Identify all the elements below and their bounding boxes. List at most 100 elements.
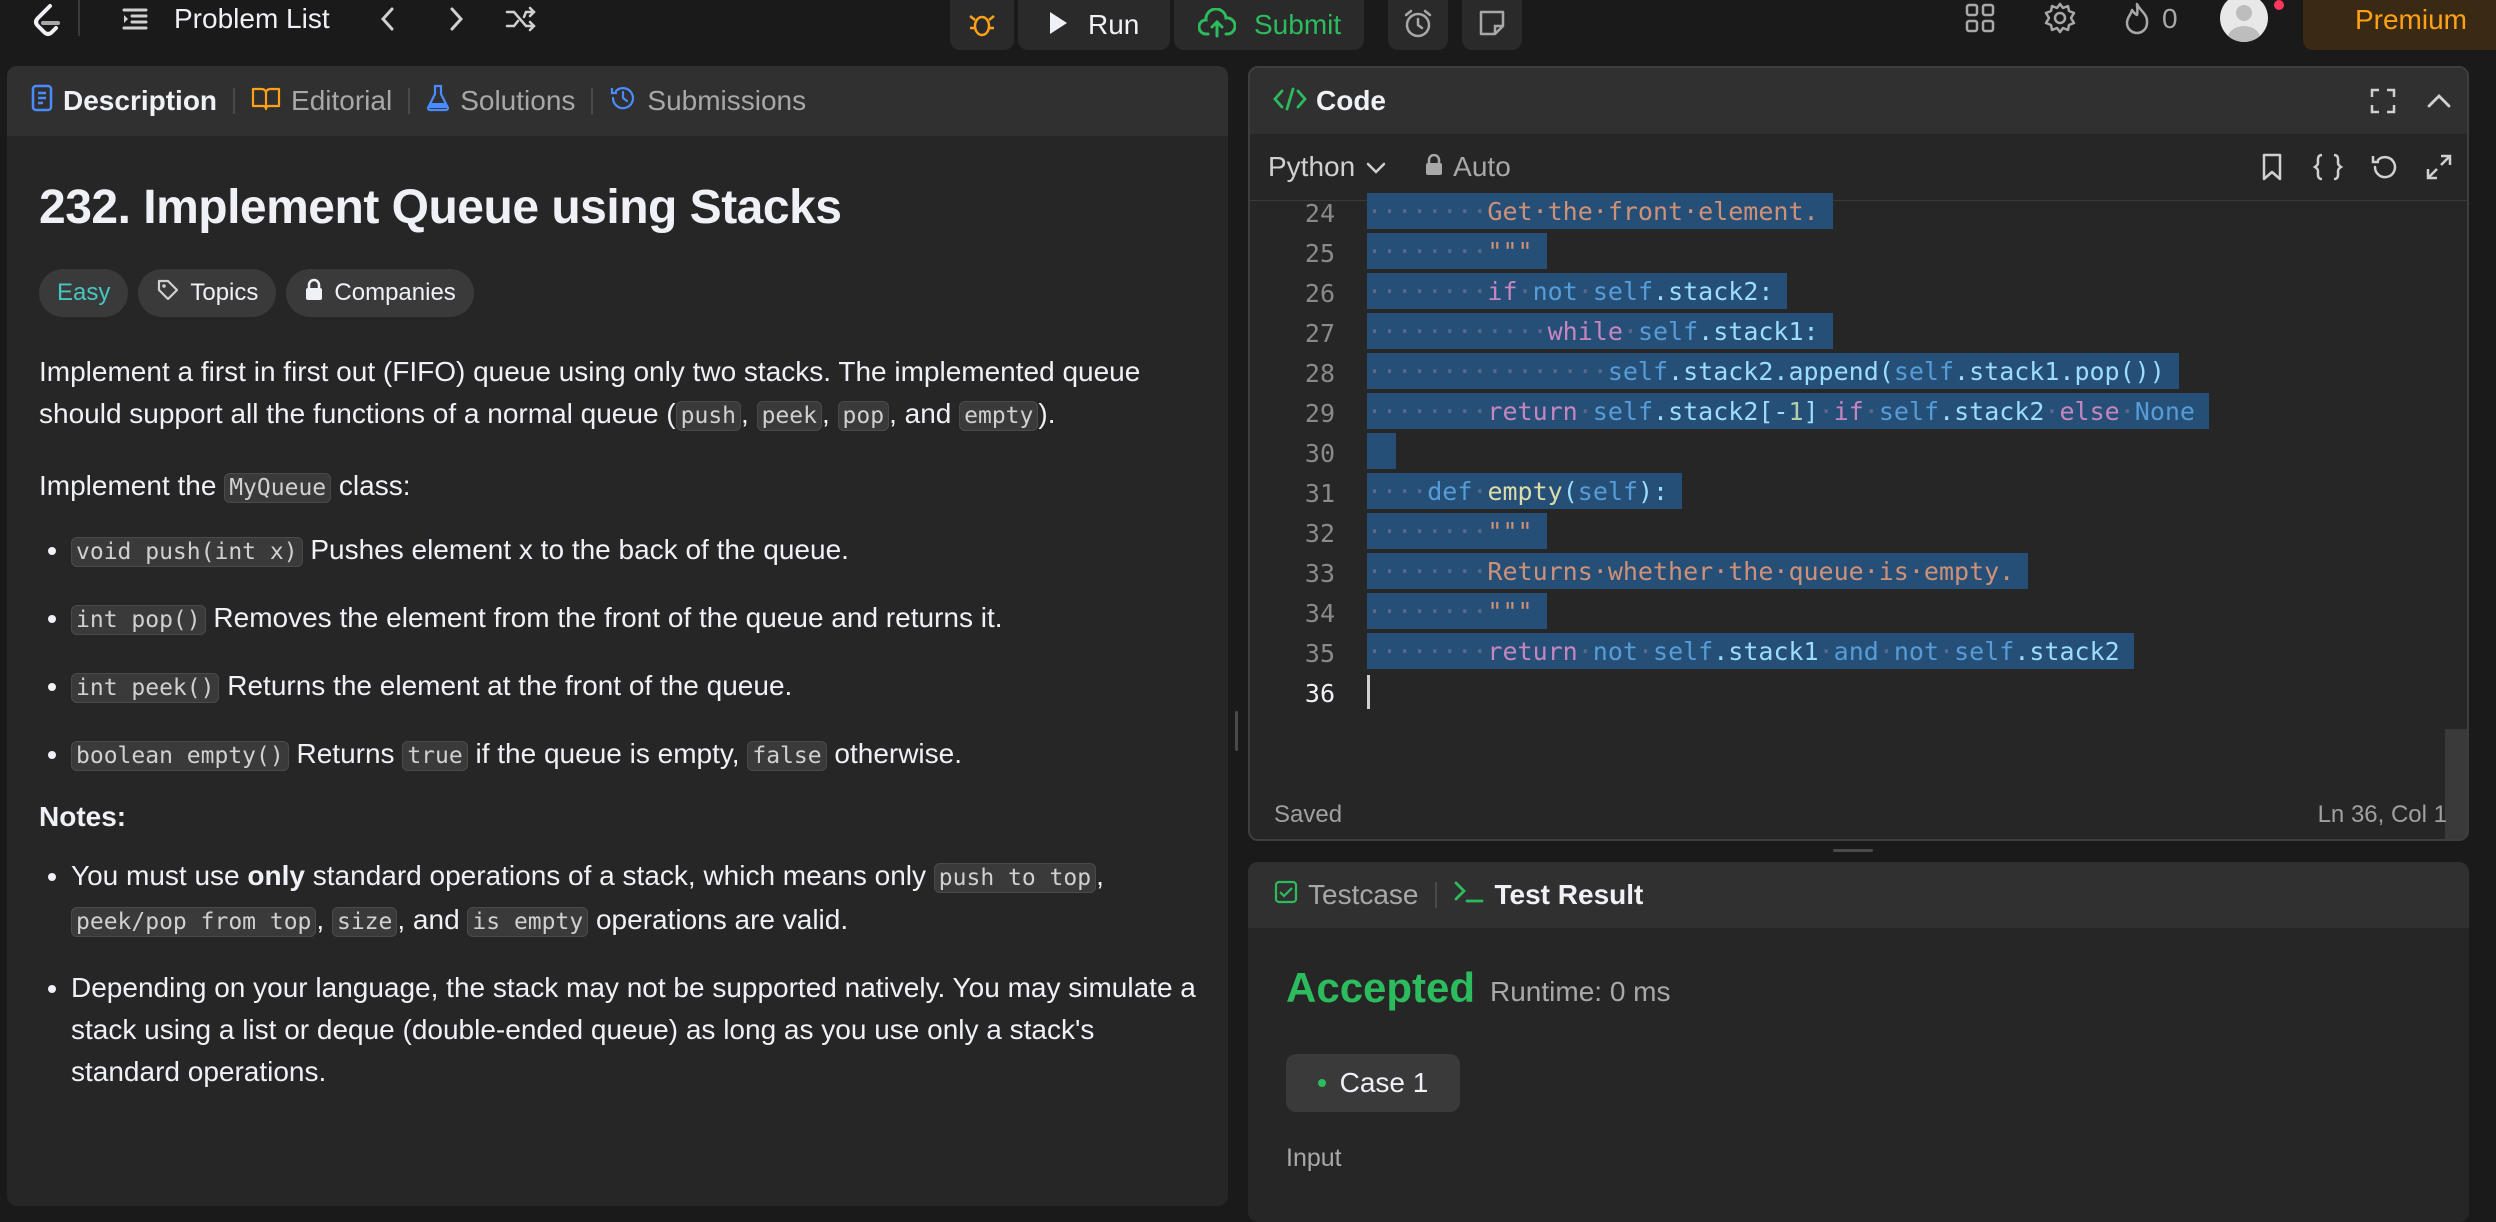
item-text: Returns the element at the front of the … xyxy=(219,670,793,701)
code-panel: Code Python Auto 24 ········Get·the·fron… xyxy=(1248,66,2469,841)
leetcode-logo-icon[interactable] xyxy=(30,2,64,38)
fullscreen-icon[interactable] xyxy=(2368,86,2398,121)
premium-button[interactable]: Premium xyxy=(2303,0,2496,50)
list-item: int peek() Returns the element at the fr… xyxy=(71,665,1196,709)
code-line: 27 ············while·self.stack1: xyxy=(1250,313,2450,353)
impl-text: class: xyxy=(331,470,411,501)
run-label: Run xyxy=(1088,9,1140,40)
editor-toolbar: Python Auto xyxy=(1250,134,2467,201)
save-status: Saved xyxy=(1274,801,1343,828)
code-text: ············while·self.stack1: xyxy=(1367,317,1819,346)
inline-code: push xyxy=(675,401,742,431)
list-item: Depending on your language, the stack ma… xyxy=(71,967,1196,1093)
collapse-chevron-icon[interactable] xyxy=(2424,88,2454,119)
result-panel: Testcase Test Result Accepted Runtime: 0… xyxy=(1248,862,2469,1222)
line-number: 36 xyxy=(1304,679,1335,708)
chevron-down-icon xyxy=(1365,151,1387,183)
text-cursor xyxy=(1367,675,1370,709)
code-line: 32 ········""" xyxy=(1250,513,2450,553)
intro-text: , and xyxy=(889,398,960,429)
layout-grid-icon[interactable] xyxy=(1964,2,1996,34)
debug-button[interactable] xyxy=(950,0,1014,50)
inline-code: pop xyxy=(837,401,890,431)
list-item: You must use only standard operations of… xyxy=(71,855,1196,943)
tab-divider xyxy=(233,88,236,114)
history-icon xyxy=(609,84,637,119)
run-button[interactable]: Run xyxy=(1018,0,1170,50)
avatar[interactable] xyxy=(2220,0,2268,42)
case-tab[interactable]: Case 1 xyxy=(1286,1054,1460,1112)
vertical-resize-handle[interactable] xyxy=(1833,849,1873,852)
debug-bug-icon xyxy=(967,8,997,43)
expand-icon[interactable] xyxy=(2424,152,2454,187)
notes-button[interactable] xyxy=(1462,0,1522,50)
panel-resize-handle[interactable] xyxy=(1235,711,1238,751)
tab-label: Test Result xyxy=(1494,879,1644,910)
item-text: Removes the element from the front of th… xyxy=(205,602,1003,633)
methods-list: void push(int x) Pushes element x to the… xyxy=(39,529,1196,777)
tab-test-result[interactable]: Test Result xyxy=(1453,879,1644,912)
line-number: 35 xyxy=(1304,639,1335,668)
code-line: 30 xyxy=(1250,433,2450,473)
submit-button[interactable]: Submit xyxy=(1174,0,1364,50)
tab-editorial[interactable]: Editorial xyxy=(251,85,392,118)
tab-divider xyxy=(591,88,594,114)
tab-testcase[interactable]: Testcase xyxy=(1274,879,1419,911)
runtime-text: Runtime: 0 ms xyxy=(1490,976,1671,1007)
topics-tag[interactable]: Topics xyxy=(138,269,277,317)
notification-dot xyxy=(2274,0,2284,10)
case-label: Case 1 xyxy=(1339,1067,1429,1098)
reset-icon[interactable] xyxy=(2369,152,2399,187)
selection-highlight xyxy=(1367,433,1397,469)
code-line: 29 ········return·self.stack2[-1]·if·self… xyxy=(1250,393,2450,433)
companies-label: Companies xyxy=(334,279,456,306)
tab-label: Description xyxy=(63,85,218,116)
next-problem-icon[interactable] xyxy=(444,4,468,34)
list-item: boolean empty() Returns true if the queu… xyxy=(71,733,1196,777)
tab-submissions[interactable]: Submissions xyxy=(609,84,806,119)
problem-list-icon[interactable] xyxy=(120,4,150,34)
tab-label: Editorial xyxy=(291,85,393,116)
note-text: You must use xyxy=(71,860,248,891)
language-select[interactable]: Python xyxy=(1268,151,1387,183)
streak-flame-icon[interactable] xyxy=(2122,1,2152,35)
book-icon xyxy=(251,85,281,118)
flask-icon xyxy=(426,84,450,119)
timer-button[interactable] xyxy=(1388,0,1448,50)
lock-icon xyxy=(1425,151,1443,183)
code-line: 25 ········""" xyxy=(1250,233,2450,273)
impl-text: Implement the xyxy=(39,470,225,501)
inline-code: false xyxy=(747,741,827,771)
companies-tag[interactable]: Companies xyxy=(286,269,474,317)
prev-problem-icon[interactable] xyxy=(376,4,400,34)
line-number: 29 xyxy=(1304,399,1335,428)
line-number: 30 xyxy=(1304,439,1335,468)
code-text: ········return·not·self.stack1·and·not·s… xyxy=(1367,637,2120,666)
list-item: int pop() Removes the element from the f… xyxy=(71,597,1196,641)
item-text: if the queue is empty, xyxy=(467,738,748,769)
shuffle-icon[interactable] xyxy=(504,4,538,34)
tab-label: Testcase xyxy=(1308,879,1419,910)
problem-intro: Implement a first in first out (FIFO) qu… xyxy=(39,351,1196,437)
settings-gear-icon[interactable] xyxy=(2043,1,2077,35)
editor-scrollbar[interactable] xyxy=(2445,346,2467,839)
result-tabs: Testcase Test Result xyxy=(1248,862,2469,928)
notes-list: You must use only standard operations of… xyxy=(39,855,1196,1093)
problem-list-link[interactable]: Problem List xyxy=(174,3,330,35)
inline-code: is empty xyxy=(467,907,589,937)
tab-solutions[interactable]: Solutions xyxy=(426,84,575,119)
tab-description[interactable]: Description xyxy=(31,84,217,119)
inline-code: boolean empty() xyxy=(71,741,289,771)
problem-title: 232. Implement Queue using Stacks xyxy=(39,181,842,234)
bookmark-icon[interactable] xyxy=(2260,152,2284,187)
inline-code: peek xyxy=(756,401,822,431)
format-braces-icon[interactable] xyxy=(2312,152,2344,187)
code-text: ········if·not·self.stack2: xyxy=(1367,277,1774,306)
auto-mode-toggle[interactable]: Auto xyxy=(1425,151,1511,183)
line-number: 34 xyxy=(1304,599,1335,628)
code-editor[interactable]: 24 ········Get·the·front·element. 25 ······… xyxy=(1250,193,2467,839)
tab-divider xyxy=(408,88,411,114)
line-number: 26 xyxy=(1304,279,1335,308)
tab-label: Solutions xyxy=(460,85,576,116)
cloud-upload-icon xyxy=(1197,7,1237,43)
